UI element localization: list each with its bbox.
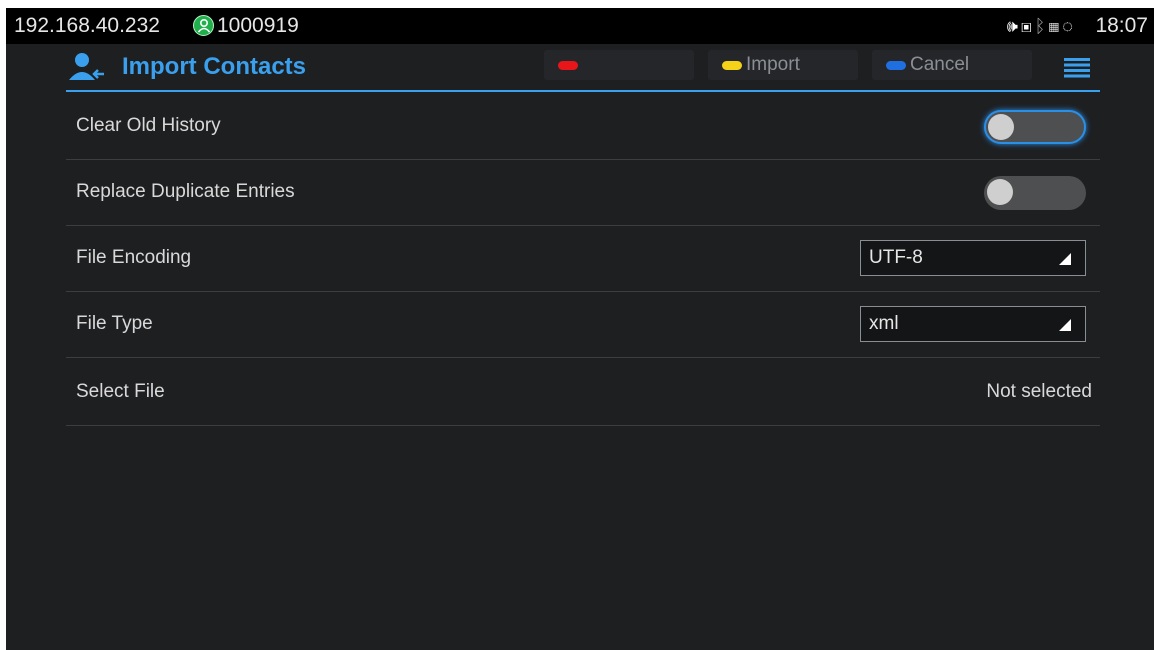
import-contacts-icon <box>68 52 106 87</box>
import-label: Import <box>746 54 800 75</box>
setting-row-clear-old-history[interactable]: Clear Old History <box>66 94 1100 160</box>
red-key-icon <box>558 61 578 70</box>
file-encoding-value: UTF-8 <box>869 247 923 268</box>
file-encoding-label: File Encoding <box>76 247 192 268</box>
file-type-label: File Type <box>76 313 153 334</box>
yellow-key-icon <box>722 61 742 70</box>
status-bar: 192.168.40.232 1000919 🕪▣ᛒ▦◌ 18:07 <box>6 8 1154 44</box>
status-icons: 🕪▣ᛒ▦◌ <box>1007 16 1076 37</box>
page-header: Import Contacts Import Cancel <box>66 44 1100 90</box>
replace-duplicates-toggle[interactable] <box>984 176 1086 210</box>
select-file-label: Select File <box>76 381 165 402</box>
setting-row-select-file[interactable]: Select File Not selected <box>66 360 1100 426</box>
blue-key-icon <box>886 61 906 70</box>
dropdown-arrow-icon <box>1059 319 1071 331</box>
bluetooth-icon: ᛒ <box>1034 16 1049 36</box>
select-file-value: Not selected <box>986 381 1092 402</box>
sim-icon: ▦ <box>1048 16 1063 36</box>
clock: 18:07 <box>1095 14 1148 37</box>
ip-address: 192.168.40.232 <box>14 14 160 37</box>
dropdown-arrow-icon <box>1059 253 1071 265</box>
file-encoding-select[interactable]: UTF-8 <box>860 240 1086 276</box>
volume-icon: 🕪 <box>1007 16 1021 36</box>
setting-row-replace-duplicates[interactable]: Replace Duplicate Entries <box>66 160 1100 226</box>
import-button[interactable]: Import <box>708 50 858 80</box>
replace-duplicates-label: Replace Duplicate Entries <box>76 181 295 202</box>
toggle-knob <box>988 114 1014 140</box>
file-type-select[interactable]: xml <box>860 306 1086 342</box>
clear-old-history-toggle[interactable] <box>984 110 1086 144</box>
toggle-knob <box>987 179 1013 205</box>
softkey-red[interactable] <box>544 50 694 80</box>
clear-old-history-label: Clear Old History <box>76 115 221 136</box>
page-title: Import Contacts <box>122 53 307 80</box>
phone-screen: 192.168.40.232 1000919 🕪▣ᛒ▦◌ 18:07 Impor… <box>6 8 1154 650</box>
setting-row-file-type[interactable]: File Type xml <box>66 292 1100 358</box>
voicemail-icon: ▣ <box>1020 16 1035 36</box>
account-number: 1000919 <box>217 14 299 37</box>
sync-icon: ◌ <box>1062 16 1076 36</box>
cancel-button[interactable]: Cancel <box>872 50 1032 80</box>
file-type-value: xml <box>869 313 899 334</box>
header-divider <box>66 90 1100 92</box>
setting-row-file-encoding[interactable]: File Encoding UTF-8 <box>66 226 1100 292</box>
account-status-icon <box>193 15 214 36</box>
cancel-label: Cancel <box>910 54 970 75</box>
menu-icon[interactable] <box>1064 58 1090 83</box>
